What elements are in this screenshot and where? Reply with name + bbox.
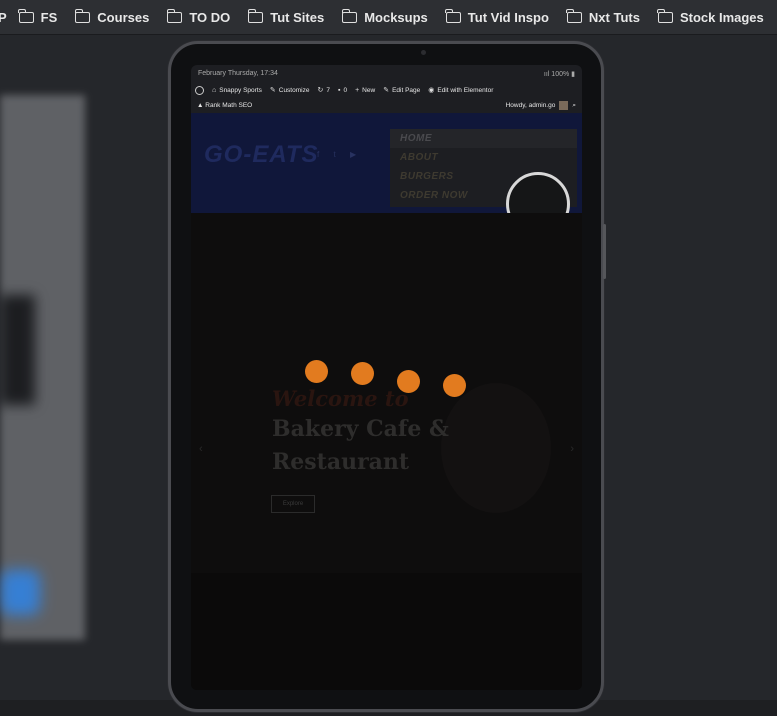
bookmark-folder-stock-images[interactable]: Stock Images: [657, 8, 764, 25]
status-bar: February Thursday, 17:34 ııl 100% ▮: [191, 65, 582, 82]
loading-dot: [305, 360, 328, 383]
hero-explore-button[interactable]: Explore: [271, 495, 315, 513]
folder-icon: [247, 8, 264, 23]
loading-dot: [443, 374, 466, 397]
home-icon: ⌂: [212, 86, 217, 94]
blurred-blue-button: [0, 570, 40, 615]
bookmark-folder-tut-sites[interactable]: Tut Sites: [247, 8, 324, 25]
next-slide-icon[interactable]: ›: [570, 443, 574, 455]
prev-slide-icon[interactable]: ‹: [199, 443, 203, 455]
facebook-icon[interactable]: f: [317, 150, 325, 159]
rank-math-seo-link[interactable]: ▲ Rank Math SEO: [197, 102, 252, 109]
hero-section: ‹ › Welcome to Bakery Cafe & Restaurant …: [191, 213, 582, 690]
wp-admin-bar: ⌂ Snappy Sports ✎ Customize ↻ 7 ▪ 0 + New ✎ Ed…: [191, 82, 582, 98]
admin-new-link[interactable]: + New: [355, 87, 375, 94]
howdy-account[interactable]: Howdy, admin.go ⌕: [506, 101, 576, 110]
folder-icon: [18, 8, 34, 23]
wordpress-icon[interactable]: [195, 85, 204, 95]
loading-dot: [397, 370, 420, 393]
avatar: [559, 101, 569, 110]
bookmark-p[interactable]: P: [0, 10, 7, 25]
loading-dot: [351, 362, 374, 385]
plus-icon: +: [355, 86, 360, 94]
rank-math-bar: ▲ Rank Math SEO Howdy, admin.go ⌕: [191, 98, 582, 113]
twitter-icon[interactable]: t: [333, 150, 341, 159]
folder-icon: [657, 8, 673, 23]
rank-math-icon: ▲: [197, 102, 206, 109]
bookmark-folder-courses[interactable]: Courses: [74, 8, 149, 25]
site-header: GO-EATS f t ▶ ✕ HOME ABOUT BURGERS ORDER…: [191, 113, 582, 236]
bookmark-folder-mocksups[interactable]: Mocksups: [341, 8, 428, 25]
hero-welcome-text: Welcome to: [272, 386, 409, 411]
blurred-dark-block: [0, 295, 35, 405]
battery-icon: ▮: [569, 70, 575, 78]
hero-headline: Bakery Cafe & Restaurant: [272, 416, 449, 475]
bookmark-folder-fs[interactable]: FS: [18, 8, 57, 25]
folder-icon: [566, 8, 582, 23]
side-button: [603, 224, 606, 279]
menu-item-about[interactable]: ABOUT: [390, 148, 577, 167]
battery-indicator: ııl 100% ▮: [543, 70, 575, 78]
folder-icon: [341, 8, 358, 23]
admin-site-link[interactable]: ⌂ Snappy Sports: [212, 87, 262, 94]
hero-background-shape: [441, 383, 551, 513]
elementor-icon: ◉: [428, 87, 435, 94]
bookmark-folder-nxt-tuts[interactable]: Nxt Tuts: [566, 8, 640, 25]
folder-icon: [166, 8, 183, 23]
admin-edit-page-link[interactable]: ✎ Edit Page: [383, 86, 420, 95]
status-datetime: February Thursday, 17:34: [198, 70, 278, 77]
youtube-icon[interactable]: ▶: [350, 150, 362, 159]
admin-comments-link[interactable]: ▪ 0: [338, 87, 347, 94]
admin-updates-link[interactable]: ↻ 7: [317, 86, 330, 95]
hero-background-shadow: [191, 573, 582, 690]
pencil-icon: ✎: [383, 87, 390, 94]
social-icons: f t ▶: [317, 150, 362, 159]
folder-icon: [445, 8, 461, 23]
admin-edit-elementor-link[interactable]: ◉ Edit with Elementor: [428, 86, 493, 95]
camera-icon: [421, 50, 426, 55]
blurred-background-panel: [0, 95, 85, 640]
search-icon[interactable]: ⌕: [572, 102, 576, 110]
admin-customize-link[interactable]: ✎ Customize: [269, 86, 310, 95]
site-logo[interactable]: GO-EATS: [204, 141, 319, 169]
folder-icon: [74, 8, 91, 23]
tablet-screen: February Thursday, 17:34 ııl 100% ▮ ⌂ Sna…: [191, 65, 582, 690]
refresh-icon: ↻: [317, 87, 324, 94]
bookmark-folder-todo[interactable]: TO DO: [166, 8, 230, 25]
bookmark-folder-tut-vid-inspo[interactable]: Tut Vid Inspo: [445, 8, 549, 25]
comment-icon: ▪: [337, 86, 341, 94]
brush-icon: ✎: [269, 87, 276, 94]
menu-item-home[interactable]: HOME: [390, 129, 577, 148]
bookmarks-bar: P FS Courses TO DO Tut Sites Mocksups Tu…: [0, 0, 777, 35]
